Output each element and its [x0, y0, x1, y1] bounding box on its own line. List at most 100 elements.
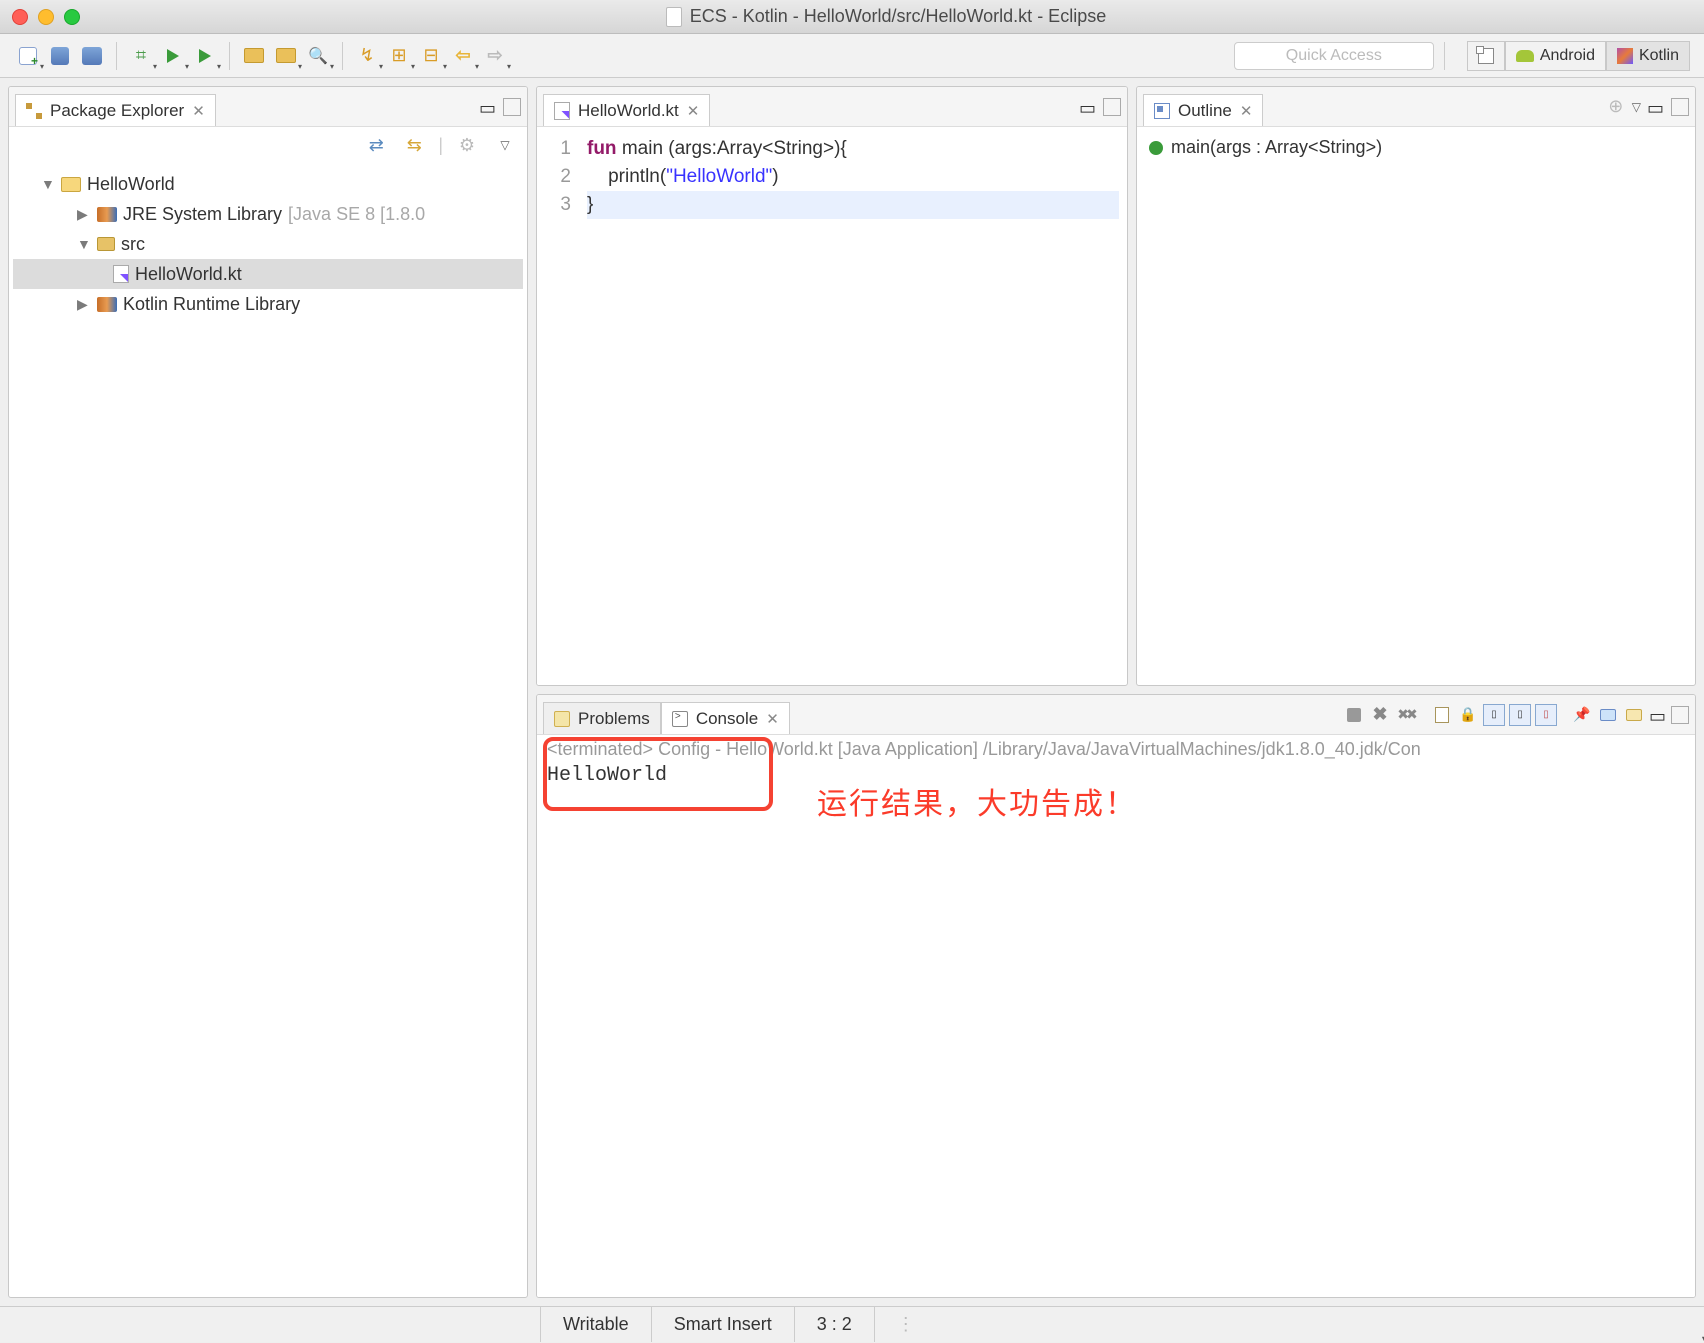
console-launch-info: <terminated> Config - HelloWorld.kt [Jav… [547, 739, 1685, 760]
remove-launch-button[interactable]: ✖ [1369, 704, 1391, 726]
outline-icon [1154, 103, 1170, 119]
project-label: HelloWorld [87, 174, 175, 195]
toggle-mark-button[interactable]: ↯▾ [353, 42, 381, 70]
display-console-button[interactable]: ▾ [1597, 704, 1619, 726]
show-console-stdout-button[interactable]: ▯ [1483, 704, 1505, 726]
open-perspective-button[interactable] [1467, 41, 1505, 71]
outline-tab[interactable]: Outline ✕ [1143, 94, 1263, 126]
editor-tab[interactable]: HelloWorld.kt ✕ [543, 94, 710, 126]
window-controls [12, 9, 80, 25]
maximize-view-button[interactable] [503, 98, 521, 116]
close-window-button[interactable] [12, 9, 28, 25]
scroll-lock-button[interactable]: 🔒 [1457, 704, 1479, 726]
kotlin-file-icon [554, 102, 570, 120]
console-icon [672, 711, 688, 727]
problems-icon [554, 711, 570, 727]
library-icon [97, 297, 117, 312]
outline-title: Outline [1178, 101, 1232, 121]
zoom-window-button[interactable] [64, 9, 80, 25]
remove-all-launches-button[interactable]: ✖✖ [1395, 704, 1417, 726]
main-toolbar: ▾ ⌗▾ ▾ ▾ ▾ 🔍▾ ↯▾ ⊞▾ ⊟▾ ⇦▾ ⇨▾ Quick Acces… [0, 34, 1704, 78]
outline-item-main[interactable]: main(args : Array<String>) [1149, 137, 1683, 158]
tree-kotlin-lib-node[interactable]: ▶ Kotlin Runtime Library [13, 289, 523, 319]
file-icon [666, 7, 682, 27]
minimize-view-button[interactable]: ▭ [1649, 706, 1667, 724]
perspective-android[interactable]: Android [1505, 41, 1606, 71]
package-explorer-tab[interactable]: Package Explorer ✕ [15, 94, 216, 126]
close-icon[interactable]: ✕ [687, 102, 700, 120]
tree-project-node[interactable]: ▼ HelloWorld [13, 169, 523, 199]
filters-button[interactable]: ⚙ [453, 131, 481, 159]
close-icon[interactable]: ✕ [766, 710, 779, 728]
console-panel: Problems Console ✕ ✖ ✖✖ 🔒 ▯ ▯ ▯ 📌 ▾ ▾ [536, 694, 1696, 1298]
perspective-kotlin[interactable]: Kotlin [1606, 41, 1690, 71]
file-label: HelloWorld.kt [135, 264, 242, 285]
problems-tab[interactable]: Problems [543, 702, 661, 734]
collapse-all-button[interactable]: ⇄ [362, 131, 390, 159]
status-writable: Writable [540, 1307, 651, 1342]
tree-src-node[interactable]: ▼ src [13, 229, 523, 259]
tree-file-node[interactable]: HelloWorld.kt [13, 259, 523, 289]
run-last-button[interactable]: ▾ [191, 42, 219, 70]
jre-label: JRE System Library [123, 204, 282, 225]
console-tab[interactable]: Console ✕ [661, 702, 790, 734]
src-label: src [121, 234, 145, 255]
method-icon [1149, 141, 1163, 155]
explorer-toolbar: ⇄ ⇆ | ⚙ ▽ [9, 127, 527, 163]
quick-access-input[interactable]: Quick Access [1234, 42, 1434, 70]
project-tree: ▼ HelloWorld ▶ JRE System Library [Java … [9, 163, 527, 325]
status-insert-mode: Smart Insert [651, 1307, 794, 1342]
code-editor[interactable]: 1 2 3 fun main (args:Array<String>){ pri… [537, 127, 1127, 685]
kotlin-lib-label: Kotlin Runtime Library [123, 294, 300, 315]
maximize-view-button[interactable] [1671, 98, 1689, 116]
outline-item-label: main(args : Array<String>) [1171, 137, 1382, 158]
close-icon[interactable]: ✕ [192, 102, 205, 120]
link-editor-button[interactable]: ⇆ [400, 131, 428, 159]
outline-panel: Outline ✕ ⊕ ▽ ▭ main(args : Array<String… [1136, 86, 1696, 686]
terminate-button[interactable] [1343, 704, 1365, 726]
maximize-view-button[interactable] [1671, 706, 1689, 724]
debug-button[interactable]: ⌗▾ [127, 42, 155, 70]
pin-console-button[interactable]: 📌 [1571, 704, 1593, 726]
nav-back-button[interactable]: ⇦▾ [449, 42, 477, 70]
annotation-text: 运行结果，大功告成！ [817, 779, 1137, 823]
console-output-area[interactable]: <terminated> Config - HelloWorld.kt [Jav… [537, 735, 1695, 1297]
status-bar: Writable Smart Insert 3 : 2 ⋮ [0, 1306, 1704, 1342]
maximize-view-button[interactable] [1103, 98, 1121, 116]
nav-forward-button[interactable]: ⇨▾ [481, 42, 509, 70]
view-menu-button[interactable]: ▽ [491, 131, 519, 159]
minimize-view-button[interactable]: ▭ [1647, 98, 1665, 116]
new-button[interactable]: ▾ [14, 42, 42, 70]
code-area[interactable]: fun main (args:Array<String>){ println("… [579, 127, 1127, 685]
src-folder-icon [97, 237, 115, 251]
window-title: ECS - Kotlin - HelloWorld/src/HelloWorld… [690, 6, 1106, 27]
window-titlebar: ECS - Kotlin - HelloWorld/src/HelloWorld… [0, 0, 1704, 34]
status-cursor-position: 3 : 2 [794, 1307, 874, 1342]
show-console-onchange-button[interactable]: ▯ [1535, 704, 1557, 726]
library-icon [97, 207, 117, 222]
minimize-window-button[interactable] [38, 9, 54, 25]
save-button[interactable] [46, 42, 74, 70]
line-gutter: 1 2 3 [537, 127, 579, 685]
minimize-view-button[interactable]: ▭ [479, 98, 497, 116]
show-console-stderr-button[interactable]: ▯ [1509, 704, 1531, 726]
open-console-button[interactable]: ▾ [1623, 704, 1645, 726]
open-task-button[interactable]: ▾ [272, 42, 300, 70]
package-explorer-icon [26, 103, 42, 119]
close-icon[interactable]: ✕ [1240, 102, 1253, 120]
tree-jre-node[interactable]: ▶ JRE System Library [Java SE 8 [1.8.0 [13, 199, 523, 229]
toggle-block-button[interactable]: ⊞▾ [385, 42, 413, 70]
open-type-button[interactable] [240, 42, 268, 70]
jre-suffix: [Java SE 8 [1.8.0 [288, 204, 425, 225]
toggle-word-wrap-button[interactable]: ⊟▾ [417, 42, 445, 70]
search-button[interactable]: 🔍▾ [304, 42, 332, 70]
package-explorer-panel: Package Explorer ✕ ▭ ⇄ ⇆ | ⚙ ▽ ▼ HelloWo… [8, 86, 528, 1298]
save-all-button[interactable] [78, 42, 106, 70]
minimize-view-button[interactable]: ▭ [1079, 98, 1097, 116]
outline-sort-button[interactable]: ⊕ [1606, 93, 1626, 121]
kotlin-file-icon [113, 265, 129, 283]
run-button[interactable]: ▾ [159, 42, 187, 70]
console-tab-label: Console [696, 709, 758, 729]
clear-console-button[interactable] [1431, 704, 1453, 726]
project-icon [61, 177, 81, 192]
